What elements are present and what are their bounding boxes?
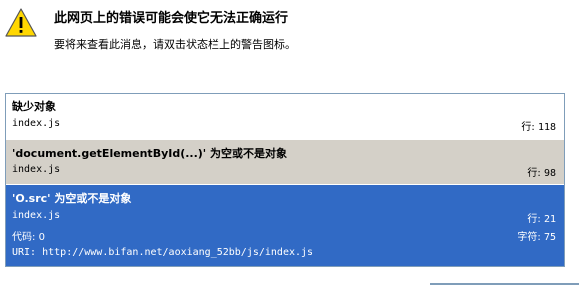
error-item[interactable]: 缺少对象 index.js 行: 118 <box>6 94 564 139</box>
error-file: index.js <box>12 118 61 129</box>
char-value: 75 <box>543 232 556 243</box>
error-line: 行: 118 <box>521 118 556 133</box>
code-label: 代码: <box>12 232 36 243</box>
error-file: index.js <box>12 210 61 221</box>
error-file: index.js <box>12 164 61 175</box>
error-item-selected[interactable]: 'O.src' 为空或不是对象 index.js 行: 21 代码: 0 字符:… <box>6 185 564 266</box>
line-label: 行: <box>527 214 541 225</box>
error-message: 缺少对象 <box>12 100 56 113</box>
error-line: 行: 98 <box>527 164 556 179</box>
error-char: 字符: 75 <box>517 228 556 243</box>
line-number: 118 <box>537 122 556 133</box>
list-scrollbar[interactable] <box>567 93 579 267</box>
code-value: 0 <box>38 232 45 243</box>
error-code: 代码: 0 <box>12 228 45 243</box>
line-number: 21 <box>543 214 556 225</box>
line-label: 行: <box>527 168 541 179</box>
error-message: 'O.src' 为空或不是对象 <box>12 192 132 205</box>
error-line: 行: 21 <box>527 210 556 225</box>
dialog-description: 要将来查看此消息，请双击状态栏上的警告图标。 <box>54 38 296 51</box>
error-message: 'document.getElementById(...)' 为空或不是对象 <box>12 147 287 160</box>
dialog-title: 此网页上的错误可能会使它无法正确运行 <box>54 11 289 26</box>
url-value[interactable]: http://www.bifan.net/aoxiang_52bb/js/ind… <box>42 247 313 258</box>
line-number: 98 <box>543 168 556 179</box>
error-url[interactable]: URI: http://www.bifan.net/aoxiang_52bb/j… <box>12 247 313 258</box>
warning-icon <box>5 8 37 37</box>
url-label: URI: <box>12 247 37 258</box>
error-list[interactable]: 缺少对象 index.js 行: 118 'document.getElemen… <box>5 93 565 267</box>
line-label: 行: <box>521 122 535 133</box>
error-item[interactable]: 'document.getElementById(...)' 为空或不是对象 i… <box>6 140 564 184</box>
char-label: 字符: <box>517 232 541 243</box>
